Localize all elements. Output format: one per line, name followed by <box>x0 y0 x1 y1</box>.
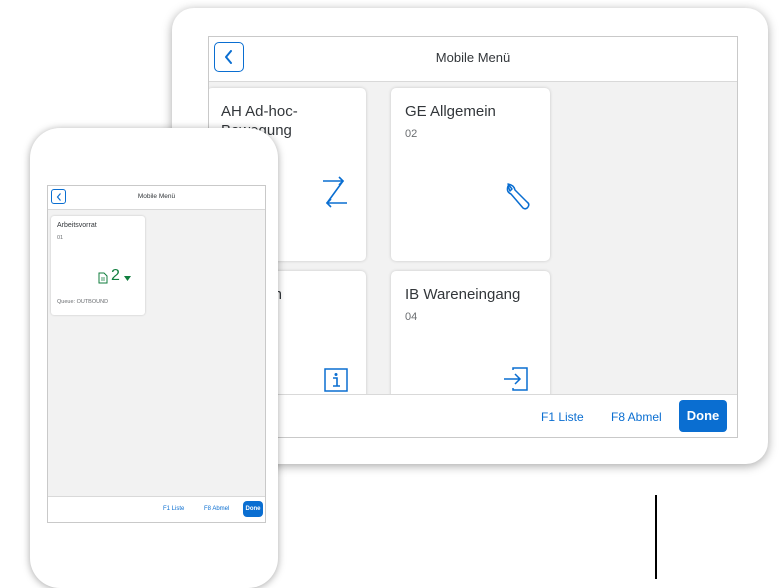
f8-abmel-button[interactable]: F8 Abmel <box>611 410 662 424</box>
tile-ge-allgemein[interactable]: GE Allgemein 02 <box>391 88 550 261</box>
phone-device: Mobile Menü Arbeitsvorrat 01 2 Queue: OU… <box>30 128 278 588</box>
done-button[interactable]: Done <box>679 400 727 432</box>
tablet-footer: F1 Liste F8 Abmel Done <box>209 394 737 437</box>
page-title: Mobile Menü <box>435 50 511 65</box>
f8-abmel-button[interactable]: F8 Abmel <box>204 506 229 512</box>
tile-title: IB Wareneingang <box>405 286 521 303</box>
divider-line <box>655 495 657 579</box>
tile-title: Arbeitsvorrat <box>57 222 97 229</box>
tablet-header: Mobile Menü <box>209 37 737 82</box>
count-value: 2 <box>111 267 120 284</box>
tablet-screen: Mobile Menü AH Ad-hoc-Bewegung GE Allgem… <box>208 36 738 438</box>
phone-header: Mobile Menü <box>48 186 265 210</box>
transfer-arrows-icon <box>321 176 349 215</box>
done-button[interactable]: Done <box>243 501 263 517</box>
phone-screen: Mobile Menü Arbeitsvorrat 01 2 Queue: OU… <box>47 185 266 523</box>
document-icon <box>98 271 108 289</box>
inbound-arrow-icon <box>503 367 529 396</box>
trend-down-indicator <box>124 269 131 287</box>
wrench-icon <box>503 182 531 217</box>
queue-label: Queue: OUTBOUND <box>57 299 109 305</box>
tile-title: GE Allgemein <box>405 103 496 120</box>
tile-arbeitsvorrat[interactable]: Arbeitsvorrat 01 2 Queue: OUTBOUND <box>51 216 145 315</box>
tile-subtitle: 02 <box>405 128 418 140</box>
phone-footer: F1 Liste F8 Abmel Done <box>48 496 265 522</box>
tile-subtitle: 01 <box>57 235 64 241</box>
page-title: Mobile Menü <box>137 193 176 200</box>
tile-subtitle: 04 <box>405 311 418 323</box>
f1-liste-button[interactable]: F1 Liste <box>541 410 584 424</box>
info-icon <box>324 368 348 397</box>
f1-liste-button[interactable]: F1 Liste <box>163 506 184 512</box>
